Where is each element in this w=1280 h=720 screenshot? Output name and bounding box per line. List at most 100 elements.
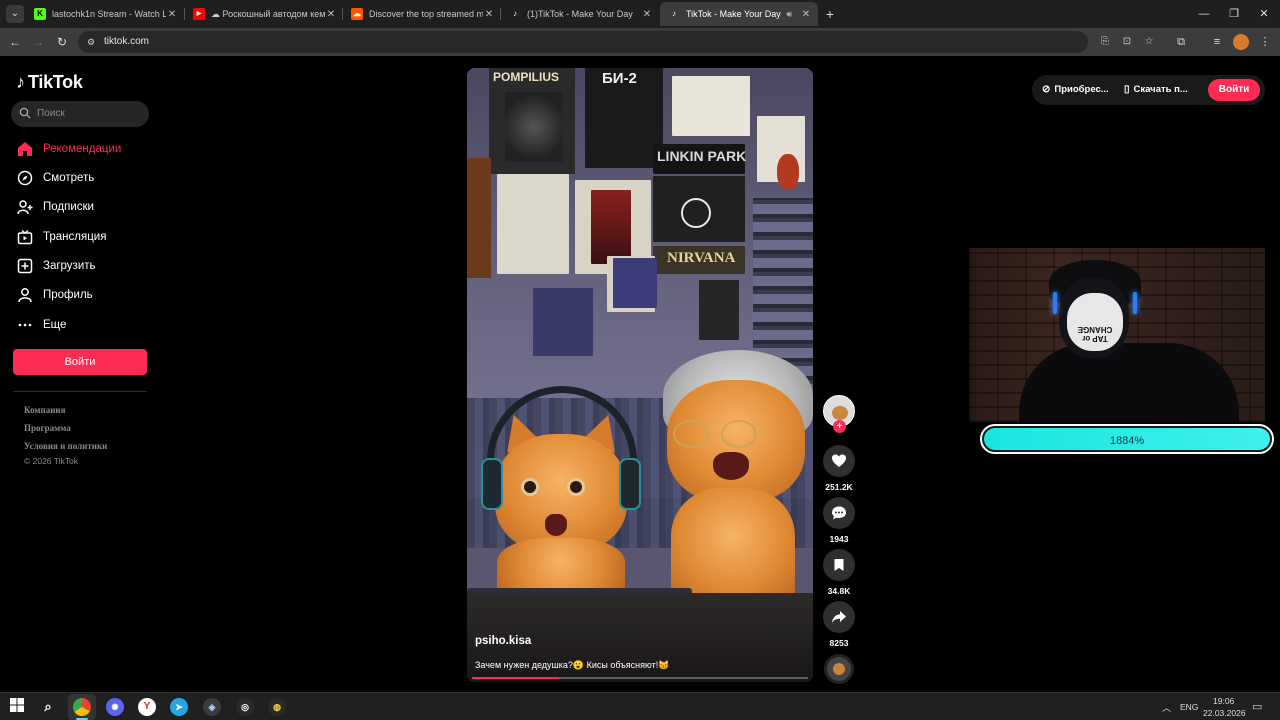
sidebar-item-more[interactable]: Еще bbox=[16, 315, 66, 335]
comment-button[interactable] bbox=[823, 497, 855, 529]
download-app-label: Скачать п... bbox=[1133, 84, 1188, 95]
close-tab-icon[interactable]: ✕ bbox=[325, 9, 337, 20]
app-icon[interactable]: ◍ bbox=[268, 698, 286, 716]
save-button[interactable] bbox=[823, 549, 855, 581]
upload-icon bbox=[16, 257, 34, 275]
close-tab-icon[interactable]: ✕ bbox=[483, 9, 495, 20]
close-tab-icon[interactable]: ✕ bbox=[641, 9, 653, 20]
sidebar-item-label: Смотреть bbox=[43, 172, 95, 184]
search-input[interactable]: Поиск bbox=[11, 101, 149, 127]
stream-goal-fill: 1884% bbox=[984, 428, 1270, 450]
language-indicator[interactable]: ENG bbox=[1180, 702, 1198, 712]
avatar-cat-icon bbox=[832, 406, 848, 420]
poster-text: POMPILIUS bbox=[493, 70, 560, 84]
extensions-puzzle-icon[interactable]: ⧉ bbox=[1172, 33, 1190, 51]
video-author-username[interactable]: psiho.kisa bbox=[475, 635, 531, 647]
minimize-button[interactable]: — bbox=[1194, 5, 1214, 23]
new-tab-button[interactable]: + bbox=[822, 5, 838, 23]
video-progress-fill bbox=[472, 677, 560, 679]
share-button[interactable] bbox=[823, 601, 855, 633]
forward-arrow-icon[interactable]: → bbox=[29, 33, 47, 51]
streamer-webcam-overlay: TAP or CHANGE bbox=[969, 248, 1265, 422]
browser-tab-5-active[interactable]: ♪ TikTok - Make Your Day 🔊︎ ✕ bbox=[660, 2, 818, 26]
soundcloud-icon: ☁ bbox=[351, 8, 363, 20]
media-controls-icon[interactable]: ≡ bbox=[1208, 33, 1226, 51]
profile-icon bbox=[16, 286, 34, 304]
obs-icon[interactable]: ◎ bbox=[236, 698, 254, 716]
close-tab-icon[interactable]: ✕ bbox=[166, 9, 178, 20]
windows-start-icon[interactable] bbox=[8, 698, 26, 716]
tiktok-logo[interactable]: ♪ TikTok bbox=[16, 72, 83, 93]
sidebar-item-label: Загрузить bbox=[43, 260, 96, 272]
sidebar-item-upload[interactable]: Загрузить bbox=[16, 256, 96, 276]
browser-tab-1[interactable]: K lastochk1n Stream - Watch Live ✕ bbox=[26, 2, 184, 26]
footer-link-company[interactable]: Компания bbox=[24, 405, 65, 415]
poster-anime-figure bbox=[591, 190, 631, 264]
more-icon bbox=[16, 316, 34, 334]
discord-icon[interactable]: ◉ bbox=[106, 698, 124, 716]
restore-button[interactable]: ❐ bbox=[1224, 5, 1244, 23]
poster-paper bbox=[672, 76, 750, 136]
comment-count: 1943 bbox=[829, 534, 849, 544]
follow-plus-icon[interactable]: + bbox=[833, 420, 846, 433]
save-count: 34.8K bbox=[827, 586, 851, 596]
video-progress-bar[interactable] bbox=[472, 677, 808, 679]
poster-anime bbox=[533, 288, 593, 356]
headphone-cup bbox=[619, 458, 641, 510]
tab-search-button[interactable]: ⌄ bbox=[6, 5, 24, 23]
tab-title: TikTok - Make Your Day bbox=[686, 9, 781, 19]
speaker-icon[interactable]: 🔊︎ bbox=[786, 9, 792, 20]
reload-icon[interactable]: ↻ bbox=[53, 33, 71, 51]
browser-toolbar: ← → ↻ ⚙ tiktok.com ⎘ ⊡ ☆ ⧉ ≡ ⋮ bbox=[0, 28, 1280, 56]
telegram-icon[interactable]: ➤ bbox=[170, 698, 188, 716]
sidebar-item-live[interactable]: Трансляция bbox=[16, 227, 106, 247]
headphone-led bbox=[1133, 292, 1137, 314]
notifications-icon[interactable]: ▭ bbox=[1252, 700, 1262, 713]
windows-taskbar: ⌕ ◉ Y ➤ ◈ ◎ ◍ ︿ ENG 19:06 22.03.2026 ▭ bbox=[0, 692, 1280, 720]
clock-date[interactable]: 22.03.2026 bbox=[1203, 708, 1246, 718]
translate-icon[interactable]: ⎘ bbox=[1098, 35, 1112, 49]
buy-coins-link[interactable]: ⊘ Приобрес... bbox=[1042, 84, 1109, 95]
site-info-icon[interactable]: ⚙ bbox=[87, 36, 99, 48]
kick-icon: K bbox=[34, 8, 46, 20]
header-login-button[interactable]: Войти bbox=[1208, 79, 1260, 101]
yandex-browser-icon[interactable]: Y bbox=[138, 698, 156, 716]
url-text[interactable]: tiktok.com bbox=[104, 36, 149, 47]
poster-text: NIRVANA bbox=[667, 250, 736, 266]
browser-tab-4[interactable]: ♪ (1)TikTok - Make Your Day ✕ bbox=[501, 2, 659, 26]
browser-tab-3[interactable]: ☁ Discover the top streamed mu ✕ bbox=[343, 2, 501, 26]
bookmark-star-icon[interactable]: ☆ bbox=[1142, 35, 1156, 49]
sidebar-login-button[interactable]: Войти bbox=[13, 349, 147, 375]
sidebar-item-label: Подписки bbox=[43, 201, 94, 213]
close-window-button[interactable]: ✕ bbox=[1254, 5, 1274, 23]
vpn-app-icon[interactable]: ◈ bbox=[203, 698, 221, 716]
headphone-led bbox=[1053, 292, 1057, 314]
close-tab-icon[interactable]: ✕ bbox=[800, 9, 812, 20]
sidebar-item-recommendations[interactable]: Рекомендации bbox=[16, 139, 121, 159]
install-app-icon[interactable]: ⊡ bbox=[1120, 35, 1134, 49]
sidebar-item-explore[interactable]: Смотреть bbox=[16, 168, 94, 188]
tiktok-icon: ♪ bbox=[513, 9, 517, 18]
browser-menu-icon[interactable]: ⋮ bbox=[1256, 33, 1274, 51]
search-placeholder: Поиск bbox=[37, 108, 65, 119]
video-description: Зачем нужен дедушка?😮 Кисы объясняют!😸 bbox=[475, 660, 670, 670]
sidebar-item-profile[interactable]: Профиль bbox=[16, 285, 93, 305]
search-taskbar-icon[interactable]: ⌕ bbox=[39, 698, 57, 716]
download-app-link[interactable]: ▯ Скачать п... bbox=[1124, 84, 1188, 95]
music-disc[interactable] bbox=[824, 654, 854, 684]
tray-chevron-icon[interactable]: ︿ bbox=[1162, 701, 1171, 714]
footer-link-program[interactable]: Программа bbox=[24, 423, 71, 433]
footer-link-terms[interactable]: Условия и политики bbox=[24, 441, 107, 451]
profile-avatar-icon[interactable] bbox=[1233, 34, 1249, 50]
like-button[interactable] bbox=[823, 445, 855, 477]
copyright-text: © 2026 TikTok bbox=[24, 456, 78, 466]
sidebar-item-label: Рекомендации bbox=[43, 143, 122, 155]
browser-tab-2[interactable]: ▶ ☁ Роскошный автодом кемп ✕ bbox=[185, 2, 343, 26]
address-bar[interactable]: ⚙ tiktok.com ⎘ ⊡ ☆ bbox=[78, 31, 1153, 53]
clock-time[interactable]: 19:06 bbox=[1213, 696, 1234, 706]
video-player[interactable]: POMPILIUS БИ-2 LINKIN PARK NIRVANA psiho… bbox=[467, 68, 813, 682]
youtube-icon: ▶ bbox=[193, 8, 205, 20]
back-arrow-icon[interactable]: ← bbox=[6, 33, 24, 51]
chrome-icon[interactable] bbox=[73, 698, 91, 716]
sidebar-item-following[interactable]: Подписки bbox=[16, 197, 94, 217]
